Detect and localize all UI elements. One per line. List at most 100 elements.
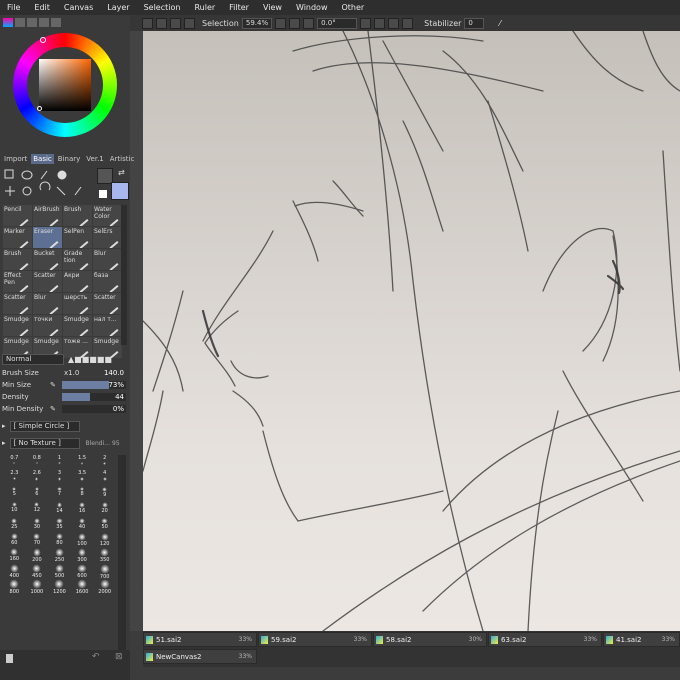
menu-view[interactable]: View: [256, 3, 289, 12]
brush-pencil[interactable]: Pencil: [3, 205, 32, 226]
brush-scatter-3[interactable]: Scatter: [93, 293, 122, 314]
brush-brush-2[interactable]: Brush: [3, 249, 32, 270]
menu-ruler[interactable]: Ruler: [187, 3, 222, 12]
brush-bucket[interactable]: Bucket: [33, 249, 62, 270]
file-tab[interactable]: 63.sai2 33%: [488, 632, 602, 647]
size-preset[interactable]: 7: [48, 486, 71, 501]
rotate-reset-button[interactable]: [388, 17, 400, 29]
new-preset-icon[interactable]: [6, 654, 13, 663]
menu-window[interactable]: Window: [289, 3, 335, 12]
brush-smudge-2[interactable]: Smudge: [63, 315, 92, 336]
brush-blur-2[interactable]: Blur: [33, 293, 62, 314]
expand-arrow-icon[interactable]: ▸: [2, 422, 6, 430]
drawing-canvas[interactable]: [143, 31, 680, 631]
brush-scatter[interactable]: Scatter: [33, 271, 62, 292]
brush-blur[interactable]: Blur: [93, 249, 122, 270]
brush-akri[interactable]: Акри: [63, 271, 92, 292]
size-preset[interactable]: 80: [48, 532, 71, 547]
size-preset[interactable]: 25: [3, 517, 26, 532]
menu-edit[interactable]: Edit: [27, 3, 57, 12]
size-preset[interactable]: 350: [93, 547, 116, 563]
size-preset[interactable]: 16: [71, 501, 94, 516]
file-tab-active[interactable]: NewCanvas2 33%: [143, 649, 257, 664]
brush-sherst[interactable]: шерсть: [63, 293, 92, 314]
color-wheel-mode-icon[interactable]: [3, 18, 13, 27]
file-tab[interactable]: 51.sai2 33%: [143, 632, 257, 647]
size-preset[interactable]: 200: [26, 547, 49, 563]
size-preset[interactable]: 2.3: [3, 470, 26, 485]
zoom-in-button[interactable]: [289, 17, 301, 29]
tab-binary[interactable]: Binary: [56, 154, 83, 164]
brush-size-value[interactable]: 140.0: [104, 369, 124, 377]
brush-effect-pen[interactable]: Effect Pen: [3, 271, 32, 292]
file-tab[interactable]: 59.sai2 33%: [258, 632, 372, 647]
size-preset[interactable]: 1600: [71, 578, 94, 595]
tab-artistic[interactable]: Artistic: [108, 154, 137, 164]
blend-mode-select[interactable]: Normal: [2, 353, 64, 365]
brush-smudge[interactable]: Smudge: [3, 315, 32, 336]
size-preset[interactable]: 600: [71, 563, 94, 579]
size-preset[interactable]: 12: [26, 501, 49, 516]
tab-basic[interactable]: Basic: [31, 154, 54, 164]
size-preset[interactable]: 1200: [48, 578, 71, 595]
rgb-slider-icon[interactable]: [15, 18, 25, 27]
size-preset[interactable]: 60: [3, 532, 26, 547]
swap-colors-icon[interactable]: ⇄: [118, 168, 125, 177]
size-preset[interactable]: 400: [3, 563, 26, 579]
stabilizer-field[interactable]: 0: [464, 17, 485, 29]
size-preset[interactable]: 500: [48, 563, 71, 579]
expand-arrow-icon[interactable]: ▸: [2, 439, 6, 447]
undo-button[interactable]: [142, 17, 153, 29]
size-preset[interactable]: 300: [71, 547, 94, 563]
blending-value[interactable]: 95: [112, 440, 120, 447]
brush-brush[interactable]: Brush: [63, 205, 92, 226]
brush-tochki[interactable]: точки: [33, 315, 62, 336]
size-preset[interactable]: 160: [3, 547, 26, 562]
file-tab[interactable]: 41.sai2 33%: [603, 632, 680, 647]
hue-marker[interactable]: [40, 37, 46, 43]
menu-selection[interactable]: Selection: [137, 3, 188, 12]
tab-import[interactable]: Import: [2, 154, 29, 164]
brush-grid-scrollbar[interactable]: [121, 205, 127, 345]
brush-shape-select[interactable]: [ Simple Circle ]: [9, 420, 80, 432]
brush-marker[interactable]: Marker: [3, 227, 32, 248]
color-wheel[interactable]: [13, 33, 117, 137]
brush-size-multiplier[interactable]: x1.0: [64, 369, 79, 377]
brush-watercolor[interactable]: Water Color: [93, 205, 122, 226]
file-tab[interactable]: 58.sai2 30%: [373, 632, 487, 647]
rotate-right-button[interactable]: [374, 17, 386, 29]
saturation-value-square[interactable]: [39, 59, 91, 111]
zoom-reset-button[interactable]: [303, 17, 315, 29]
delete-icon[interactable]: ⊠: [115, 652, 123, 662]
size-preset[interactable]: 40: [71, 517, 94, 532]
size-preset[interactable]: 10: [3, 501, 26, 516]
size-presets-scrollbar[interactable]: [118, 455, 126, 660]
flip-button[interactable]: [402, 17, 414, 29]
size-preset[interactable]: 6: [26, 486, 49, 501]
size-preset[interactable]: 0.7: [3, 455, 26, 470]
angle-field[interactable]: 0.0°: [317, 17, 358, 29]
size-preset[interactable]: 70: [26, 532, 49, 547]
background-color-swatch[interactable]: [111, 182, 129, 200]
menu-file[interactable]: File: [0, 3, 27, 12]
size-preset[interactable]: 20: [93, 501, 116, 516]
tab-ver1[interactable]: Ver.1: [84, 154, 105, 164]
size-preset[interactable]: 100: [71, 532, 94, 547]
menu-filter[interactable]: Filter: [222, 3, 256, 12]
size-preset[interactable]: 0.8: [26, 455, 49, 470]
transparent-color-icon[interactable]: [99, 190, 107, 198]
brush-gradation[interactable]: Grade tion: [63, 249, 92, 270]
brush-airbrush[interactable]: AirBrush: [33, 205, 62, 226]
size-preset[interactable]: 450: [26, 563, 49, 579]
size-preset[interactable]: 2: [93, 455, 116, 470]
brush-baza[interactable]: база: [93, 271, 122, 292]
size-preset[interactable]: 8: [71, 486, 94, 501]
brush-selers[interactable]: SelErs: [93, 227, 122, 248]
pen-pressure-icon[interactable]: ⁄: [499, 19, 500, 28]
undo-icon[interactable]: ↶: [92, 652, 100, 662]
size-preset[interactable]: 50: [93, 517, 116, 532]
deselect-button[interactable]: [170, 17, 181, 29]
size-preset[interactable]: 250: [48, 547, 71, 563]
size-preset[interactable]: 1: [48, 455, 71, 470]
swatches-icon[interactable]: [39, 18, 49, 27]
